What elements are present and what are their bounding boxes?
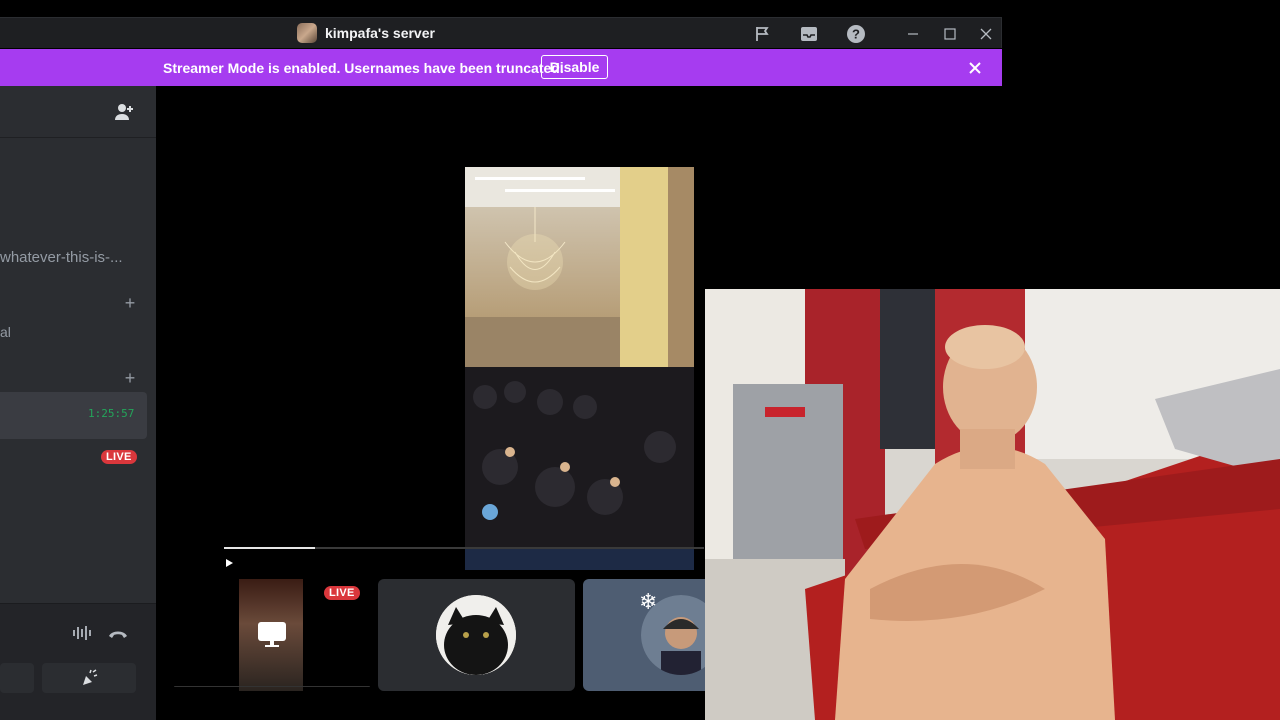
window-title: kimpafa's server <box>297 23 435 43</box>
hangup-icon[interactable] <box>108 627 128 645</box>
channel-item[interactable]: whatever-this-is-... <box>0 249 123 266</box>
soundboard-icon[interactable] <box>72 625 92 646</box>
tile-divider <box>174 686 370 687</box>
maximize-icon[interactable] <box>938 22 962 46</box>
plus-icon[interactable]: + <box>122 369 138 387</box>
participant-tile-stream[interactable]: LIVE <box>174 579 370 691</box>
voice-panel <box>0 603 156 720</box>
banner-close-icon[interactable] <box>964 57 986 79</box>
help-icon[interactable]: ? <box>844 22 868 46</box>
disable-button[interactable]: Disable <box>541 55 608 79</box>
server-icon <box>297 23 317 43</box>
title-bar: kimpafa's server ? <box>0 17 1002 48</box>
participant-tile[interactable] <box>378 579 575 691</box>
svg-text:?: ? <box>852 27 860 42</box>
sidebar-header <box>0 86 156 138</box>
stream-progress-fill <box>224 547 315 549</box>
channel-item[interactable]: al <box>0 324 11 340</box>
banner-message: Streamer Mode is enabled. Usernames have… <box>163 60 564 76</box>
participant-tile[interactable]: ❄ <box>583 579 713 691</box>
avatar <box>436 595 516 675</box>
streamer-mode-banner: Streamer Mode is enabled. Usernames have… <box>0 49 1002 86</box>
panel-divider <box>0 603 156 604</box>
activity-icon <box>79 669 99 692</box>
screen-share-stream[interactable] <box>465 167 694 570</box>
voice-channel-row[interactable]: 1:25:57 <box>0 392 147 439</box>
channel-sidebar: whatever-this-is-... + al + 1:25:57 LIVE <box>0 86 156 720</box>
activity-button[interactable] <box>42 663 136 693</box>
screen-share-icon <box>257 621 287 654</box>
minimize-icon[interactable] <box>901 22 925 46</box>
voice-timer: 1:25:57 <box>88 407 135 420</box>
add-friend-icon[interactable] <box>113 101 135 123</box>
play-icon[interactable] <box>224 555 236 567</box>
close-icon[interactable] <box>974 22 998 46</box>
live-badge: LIVE <box>101 450 137 464</box>
video-button[interactable] <box>0 663 34 693</box>
plus-icon[interactable]: + <box>122 294 138 312</box>
window-title-text: kimpafa's server <box>325 25 435 41</box>
webcam-overlay <box>705 289 1280 720</box>
snowflake-icon: ❄ <box>639 589 658 614</box>
inbox-icon[interactable] <box>797 22 821 46</box>
live-badge: LIVE <box>324 586 360 600</box>
discord-window: kimpafa's server ? Streamer Mode is enab… <box>0 0 1280 720</box>
flag-icon[interactable] <box>751 22 775 46</box>
